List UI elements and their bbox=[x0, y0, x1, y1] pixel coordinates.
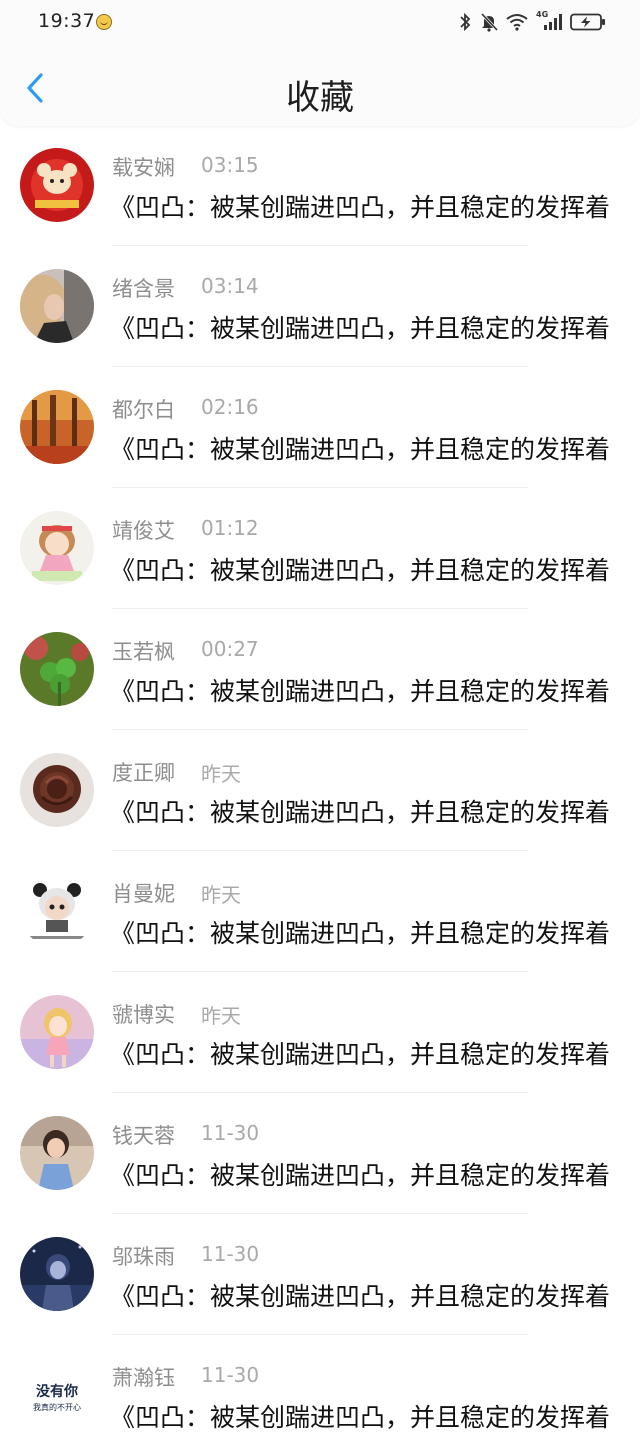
sender-name: 邬珠雨 bbox=[112, 1245, 175, 1269]
sender-name: 度正卿 bbox=[112, 761, 175, 785]
item-time: 11-30 bbox=[201, 1363, 260, 1387]
list-item[interactable]: 绪含景 03:14 《凹凸：被某创踹进凹凸，并且稳定的发挥着 bbox=[0, 251, 640, 372]
list-item[interactable]: 没有你 我真的不开心 萧瀚钰 11-30 《凹凸：被某创踹进凹凸，并且稳定的发挥… bbox=[0, 1340, 640, 1433]
divider bbox=[112, 608, 528, 609]
top-bar: 19:37 4G 收藏 bbox=[0, 0, 640, 126]
item-time: 00:27 bbox=[201, 637, 259, 661]
avatar-text-line1: 没有你 bbox=[36, 1383, 78, 1400]
status-time: 19:37 bbox=[38, 10, 96, 32]
divider bbox=[112, 1092, 528, 1093]
item-time: 昨天 bbox=[201, 762, 241, 786]
item-time: 11-30 bbox=[201, 1242, 260, 1266]
list-item[interactable]: 都尔白 02:16 《凹凸：被某创踹进凹凸，并且稳定的发挥着 bbox=[0, 372, 640, 493]
avatar bbox=[20, 511, 94, 585]
message-preview: 《凹凸：被某创踹进凹凸，并且稳定的发挥着 bbox=[110, 798, 611, 827]
navigation-header: 收藏 bbox=[0, 44, 640, 126]
sender-name: 载安娴 bbox=[112, 156, 175, 180]
list-item[interactable]: 钱天蓉 11-30 《凹凸：被某创踹进凹凸，并且稳定的发挥着 bbox=[0, 1098, 640, 1219]
wifi-icon bbox=[506, 13, 528, 31]
mute-bell-icon bbox=[480, 12, 498, 32]
message-preview: 《凹凸：被某创踹进凹凸，并且稳定的发挥着 bbox=[110, 919, 611, 948]
list-item[interactable]: 肖曼妮 昨天 《凹凸：被某创踹进凹凸，并且稳定的发挥着 bbox=[0, 856, 640, 977]
divider bbox=[112, 729, 528, 730]
avatar bbox=[20, 874, 94, 948]
avatar bbox=[20, 753, 94, 827]
message-preview: 《凹凸：被某创踹进凹凸，并且稳定的发挥着 bbox=[110, 1282, 611, 1311]
avatar bbox=[20, 390, 94, 464]
sender-name: 绪含景 bbox=[112, 277, 175, 301]
avatar bbox=[20, 632, 94, 706]
list-item[interactable]: 虢博实 昨天 《凹凸：被某创踹进凹凸，并且稳定的发挥着 bbox=[0, 977, 640, 1098]
avatar bbox=[20, 269, 94, 343]
sender-name: 玉若枫 bbox=[112, 640, 175, 664]
item-time: 昨天 bbox=[201, 1004, 241, 1028]
divider bbox=[112, 971, 528, 972]
message-preview: 《凹凸：被某创踹进凹凸，并且稳定的发挥着 bbox=[110, 1403, 611, 1432]
list-item[interactable]: 度正卿 昨天 《凹凸：被某创踹进凹凸，并且稳定的发挥着 bbox=[0, 735, 640, 856]
divider bbox=[112, 1334, 528, 1335]
message-preview: 《凹凸：被某创踹进凹凸，并且稳定的发挥着 bbox=[110, 314, 611, 343]
list-item[interactable]: 靖俊艾 01:12 《凹凸：被某创踹进凹凸，并且稳定的发挥着 bbox=[0, 493, 640, 614]
cellular-signal-icon: 4G bbox=[536, 10, 562, 32]
list-item[interactable]: 邬珠雨 11-30 《凹凸：被某创踹进凹凸，并且稳定的发挥着 bbox=[0, 1219, 640, 1340]
avatar bbox=[20, 995, 94, 1069]
item-time: 01:12 bbox=[201, 516, 259, 540]
item-time: 11-30 bbox=[201, 1121, 260, 1145]
divider bbox=[112, 850, 528, 851]
status-icons: 4G bbox=[458, 10, 606, 34]
list-item[interactable]: 载安娴 03:15 《凹凸：被某创踹进凹凸，并且稳定的发挥着 bbox=[0, 130, 640, 251]
sender-name: 钱天蓉 bbox=[112, 1124, 175, 1148]
bluetooth-icon bbox=[458, 12, 472, 32]
avatar bbox=[20, 1116, 94, 1190]
item-time: 昨天 bbox=[201, 883, 241, 907]
divider bbox=[112, 487, 528, 488]
list-item[interactable]: 玉若枫 00:27 《凹凸：被某创踹进凹凸，并且稳定的发挥着 bbox=[0, 614, 640, 735]
message-preview: 《凹凸：被某创踹进凹凸，并且稳定的发挥着 bbox=[110, 556, 611, 585]
sender-name: 靖俊艾 bbox=[112, 519, 175, 543]
item-time: 03:14 bbox=[201, 274, 259, 298]
message-preview: 《凹凸：被某创踹进凹凸，并且稳定的发挥着 bbox=[110, 435, 611, 464]
sender-name: 萧瀚钰 bbox=[112, 1366, 175, 1390]
item-time: 02:16 bbox=[201, 395, 259, 419]
status-bar: 19:37 4G bbox=[0, 0, 640, 44]
sender-name: 都尔白 bbox=[112, 398, 175, 422]
message-preview: 《凹凸：被某创踹进凹凸，并且稳定的发挥着 bbox=[110, 677, 611, 706]
divider bbox=[112, 1213, 528, 1214]
message-preview: 《凹凸：被某创踹进凹凸，并且稳定的发挥着 bbox=[110, 1040, 611, 1069]
network-type-label: 4G bbox=[536, 10, 549, 19]
avatar bbox=[20, 1237, 94, 1311]
item-time: 03:15 bbox=[201, 153, 259, 177]
favorites-list: 载安娴 03:15 《凹凸：被某创踹进凹凸，并且稳定的发挥着 绪含景 03:14… bbox=[0, 130, 640, 1433]
message-preview: 《凹凸：被某创踹进凹凸，并且稳定的发挥着 bbox=[110, 1161, 611, 1190]
message-preview: 《凹凸：被某创踹进凹凸，并且稳定的发挥着 bbox=[110, 193, 611, 222]
avatar bbox=[20, 148, 94, 222]
battery-charging-icon bbox=[570, 13, 606, 31]
sender-name: 虢博实 bbox=[112, 1003, 175, 1027]
divider bbox=[112, 245, 528, 246]
divider bbox=[112, 366, 528, 367]
sender-name: 肖曼妮 bbox=[112, 882, 175, 906]
notification-app-icon bbox=[96, 14, 112, 30]
avatar: 没有你 我真的不开心 bbox=[20, 1358, 94, 1432]
page-title: 收藏 bbox=[286, 78, 354, 118]
avatar-text-line2: 我真的不开心 bbox=[33, 1402, 81, 1412]
